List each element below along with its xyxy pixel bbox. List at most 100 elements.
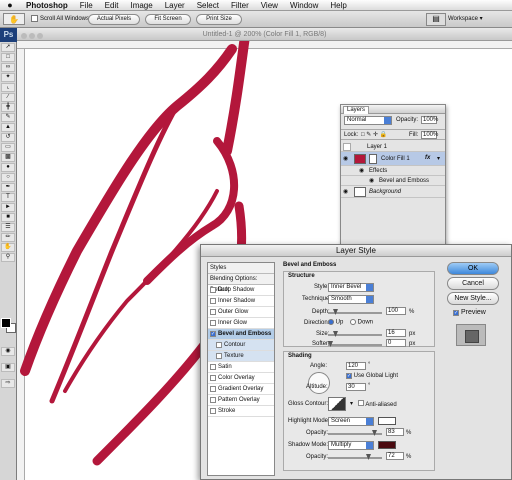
workspace-menu[interactable]: Workspace ▾ (448, 15, 483, 22)
path-selection-tool-icon[interactable]: ► (1, 203, 15, 212)
checkbox[interactable]: ✓ (453, 310, 459, 316)
effects-row[interactable]: ◉ Effects (341, 166, 445, 176)
brush-tool-icon[interactable]: ✎ (1, 113, 15, 122)
soften-slider[interactable] (328, 341, 382, 347)
checkbox[interactable] (358, 400, 364, 406)
gloss-contour-icon[interactable] (328, 397, 346, 411)
highlight-opacity-slider[interactable] (328, 430, 382, 436)
styles-header[interactable]: Styles (208, 263, 274, 274)
style-item-contour[interactable]: Contour (208, 340, 274, 351)
radio-button[interactable] (350, 319, 356, 325)
size-field[interactable]: 16 (386, 329, 406, 337)
apple-menu-icon[interactable]: ● (0, 0, 20, 10)
shadow-opacity-field[interactable]: 72 (386, 452, 404, 460)
layers-tab[interactable]: Layers (343, 106, 370, 114)
style-checkbox[interactable] (210, 397, 216, 403)
bevel-effect-row[interactable]: ◉ Bevel and Emboss (341, 176, 445, 186)
menu-filter[interactable]: Filter (225, 0, 255, 11)
gloss-contour-dropdown-icon[interactable]: ▾ (350, 400, 353, 407)
style-checkbox[interactable] (210, 298, 216, 304)
gradient-tool-icon[interactable]: ▩ (1, 153, 15, 162)
crop-tool-icon[interactable]: ⌞ (1, 83, 15, 92)
pen-tool-icon[interactable]: ✒ (1, 183, 15, 192)
marquee-tool-icon[interactable]: □ (1, 53, 15, 62)
ok-button[interactable]: OK (447, 262, 499, 275)
style-checkbox[interactable] (216, 353, 222, 359)
fill-field[interactable]: 100% (421, 131, 438, 139)
style-item-satin[interactable]: Satin (208, 362, 274, 373)
style-checkbox[interactable] (216, 342, 222, 348)
direction-up-radio[interactable]: Up (328, 319, 343, 326)
eye-icon[interactable]: ◉ (343, 155, 351, 163)
layer-row-colorfill[interactable]: ◉ Color Fill 1 fx ▾ (341, 152, 445, 166)
dodge-tool-icon[interactable]: ○ (1, 173, 15, 182)
expand-effects-icon[interactable]: ▾ (437, 155, 440, 162)
style-item-bevel-and-emboss[interactable]: ✓ Bevel and Emboss (208, 329, 274, 340)
minimize-icon[interactable] (29, 33, 35, 39)
radio-button[interactable] (328, 319, 334, 325)
lasso-tool-icon[interactable]: ∞ (1, 63, 15, 72)
close-icon[interactable] (21, 33, 27, 39)
print-size-button[interactable]: Print Size (196, 14, 242, 25)
fx-icon[interactable]: fx (425, 155, 430, 161)
blur-tool-icon[interactable]: ● (1, 163, 15, 172)
eraser-tool-icon[interactable]: ▭ (1, 143, 15, 152)
depth-field[interactable]: 100 (386, 307, 406, 315)
style-checkbox[interactable] (210, 320, 216, 326)
menu-select[interactable]: Select (191, 0, 225, 11)
menu-edit[interactable]: Edit (99, 0, 125, 11)
style-item-drop-shadow[interactable]: Drop Shadow (208, 285, 274, 296)
highlight-opacity-field[interactable]: 83 (386, 428, 404, 436)
size-slider[interactable] (328, 331, 382, 337)
screen-mode-icon[interactable]: ▣ (1, 363, 15, 372)
notes-tool-icon[interactable]: ☰ (1, 223, 15, 232)
technique-select[interactable]: Smooth (328, 295, 374, 304)
style-checkbox[interactable] (210, 309, 216, 315)
preview-checkbox[interactable]: ✓ Preview (453, 309, 486, 316)
fit-screen-button[interactable]: Fit Screen (145, 14, 191, 25)
jump-to-imageready-icon[interactable]: ⇨ (1, 379, 15, 388)
style-checkbox[interactable] (210, 408, 216, 414)
layer-row-background[interactable]: ◉ Background (341, 186, 445, 198)
depth-slider[interactable] (328, 309, 382, 315)
style-item-inner-glow[interactable]: Inner Glow (208, 318, 274, 329)
angle-dial-icon[interactable] (308, 372, 330, 394)
menu-app[interactable]: Photoshop (20, 0, 74, 11)
cancel-button[interactable]: Cancel (447, 277, 499, 290)
style-item-color-overlay[interactable]: Color Overlay (208, 373, 274, 384)
menu-image[interactable]: Image (124, 0, 158, 11)
foreground-color-swatch[interactable] (1, 318, 11, 328)
eye-icon[interactable]: ◉ (343, 188, 351, 196)
eye-icon[interactable]: ◉ (369, 177, 374, 184)
hand-tool-preset-icon[interactable]: ✋ (3, 13, 25, 25)
checkbox-box[interactable] (31, 15, 38, 22)
clone-stamp-tool-icon[interactable]: ▲ (1, 123, 15, 132)
move-tool-icon[interactable]: ➚ (1, 43, 15, 52)
history-brush-tool-icon[interactable]: ↺ (1, 133, 15, 142)
shadow-opacity-knob[interactable] (366, 454, 371, 460)
style-checkbox[interactable] (210, 364, 216, 370)
layer-mask-thumbnail[interactable] (369, 154, 377, 164)
hand-tool-icon[interactable]: ✋ (1, 243, 15, 252)
menu-window[interactable]: Window (284, 0, 324, 11)
palette-well-icon[interactable]: ▤ (426, 13, 446, 26)
visibility-toggle[interactable] (343, 143, 351, 151)
menu-layer[interactable]: Layer (159, 0, 191, 11)
blend-mode-select[interactable]: Normal (344, 116, 392, 125)
altitude-field[interactable]: 30 (346, 383, 366, 391)
style-checkbox[interactable]: ✓ (210, 331, 216, 337)
blending-options[interactable]: Blending Options: Default (208, 274, 274, 293)
style-checkbox[interactable] (210, 287, 216, 293)
global-light-checkbox[interactable]: ✓ Use Global Light (346, 373, 398, 379)
style-item-stroke[interactable]: Stroke (208, 406, 274, 417)
angle-field[interactable]: 120 (346, 362, 366, 370)
bevel-style-select[interactable]: Inner Bevel (328, 283, 374, 292)
highlight-opacity-knob[interactable] (372, 430, 377, 436)
shape-tool-icon[interactable]: ■ (1, 213, 15, 222)
shadow-opacity-slider[interactable] (328, 454, 382, 460)
opacity-field[interactable]: 100% (421, 116, 438, 124)
highlight-color-swatch[interactable] (378, 417, 396, 425)
eyedropper-tool-icon[interactable]: ✏ (1, 233, 15, 242)
style-item-outer-glow[interactable]: Outer Glow (208, 307, 274, 318)
direction-down-radio[interactable]: Down (350, 319, 373, 326)
